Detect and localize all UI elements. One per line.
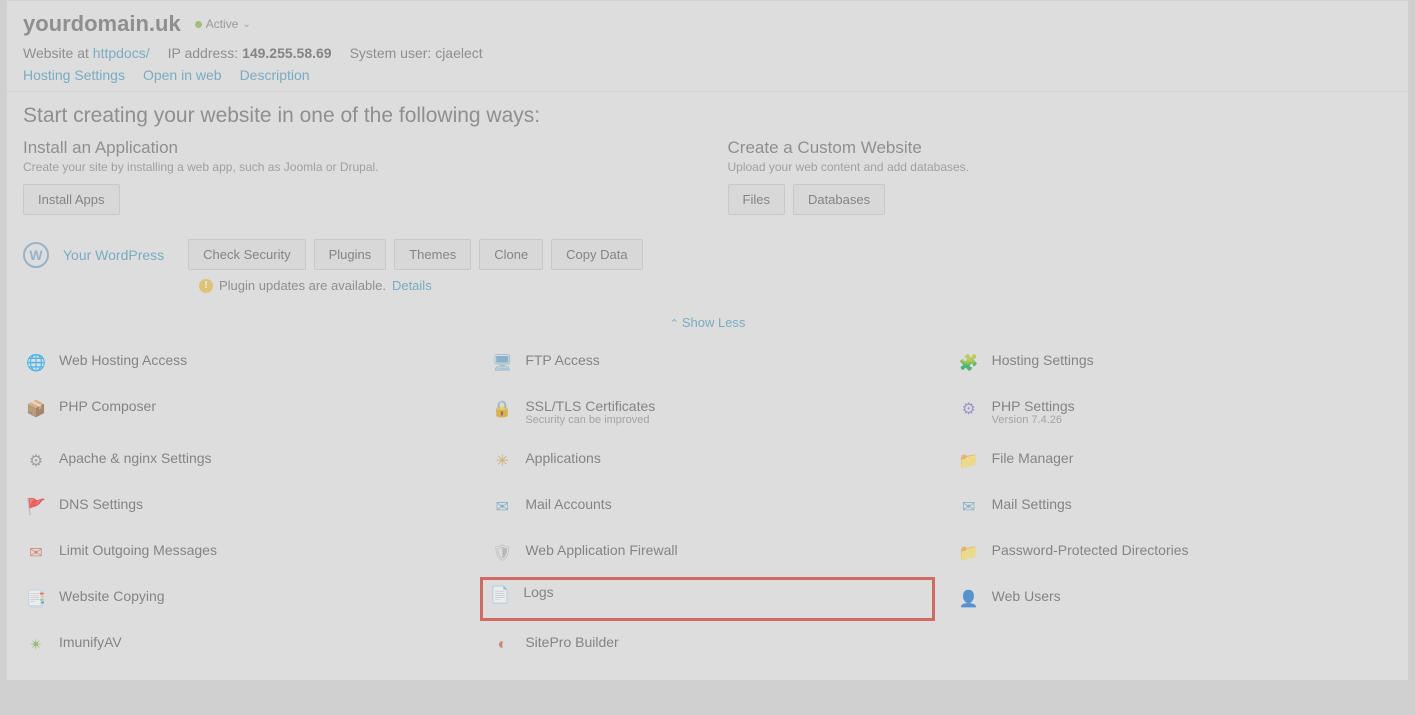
chevron-down-icon: ⌄ [242, 19, 250, 30]
status-badge[interactable]: Active ⌄ [195, 17, 251, 31]
limit-outgoing-tool[interactable]: ✉ Limit Outgoing Messages [23, 538, 459, 568]
applications-tool[interactable]: ✳ Applications [489, 446, 925, 476]
password-protected-tool[interactable]: 📁 Password-Protected Directories [956, 538, 1392, 568]
panel-header: yourdomain.uk Active ⌄ Website at httpdo… [7, 1, 1408, 92]
envelope-icon: ✉ [25, 542, 47, 564]
status-label: Active [206, 17, 239, 31]
databases-button[interactable]: Databases [793, 184, 885, 215]
create-section: Start creating your website in one of th… [7, 92, 1408, 227]
mail-settings-tool[interactable]: ✉ Mail Settings [956, 492, 1392, 522]
tool-grid: 🌐 Web Hosting Access 🖥 FTP Access 🧩 Host… [7, 338, 1408, 680]
description-link[interactable]: Description [240, 67, 310, 83]
wordpress-warning: ! Plugin updates are available. Details [7, 274, 1408, 307]
copy-icon: 📑 [25, 588, 47, 610]
hosting-settings-link[interactable]: Hosting Settings [23, 67, 125, 83]
php-composer-tool[interactable]: 📦 PHP Composer [23, 394, 459, 430]
screen-icon: 🖥 [491, 352, 513, 374]
custom-site-col: Create a Custom Website Upload your web … [728, 138, 1393, 215]
sitepro-builder-tool[interactable]: ◐ SitePro Builder [489, 630, 925, 660]
website-at: Website at httpdocs/ [23, 45, 150, 61]
folder-lock-icon: 📁 [958, 542, 980, 564]
system-user: System user: cjaelect [350, 45, 483, 61]
folder-icon: 📁 [958, 450, 980, 472]
mail-settings-icon: ✉ [958, 496, 980, 518]
dns-settings-tool[interactable]: 🚩 DNS Settings [23, 492, 459, 522]
host-icon: 🧩 [958, 352, 980, 374]
ip-address: IP address: 149.255.58.69 [168, 45, 332, 61]
install-apps-button[interactable]: Install Apps [23, 184, 120, 215]
ssl-tls-tool[interactable]: 🔒 SSL/TLS Certificates Security can be i… [489, 394, 925, 430]
wordpress-icon: W [23, 242, 49, 268]
status-dot-icon [195, 21, 202, 28]
httpdocs-link[interactable]: httpdocs/ [93, 45, 150, 61]
mail-accounts-tool[interactable]: ✉ Mail Accounts [489, 492, 925, 522]
domain-panel: yourdomain.uk Active ⌄ Website at httpdo… [6, 0, 1409, 681]
wordpress-link[interactable]: Your WordPress [63, 247, 164, 263]
globe-icon: 🌐 [25, 352, 47, 374]
custom-heading: Create a Custom Website [728, 138, 1393, 158]
sitepro-icon: ◐ [491, 634, 513, 656]
php-settings-tool[interactable]: ⚙ PHP Settings Version 7.4.26 [956, 394, 1392, 430]
domain-name: yourdomain.uk [23, 11, 181, 37]
install-desc: Create your site by installing a web app… [23, 160, 688, 174]
custom-desc: Upload your web content and add database… [728, 160, 1393, 174]
install-heading: Install an Application [23, 138, 688, 158]
themes-button[interactable]: Themes [394, 239, 471, 270]
logs-tool[interactable]: 📄 Logs [480, 577, 934, 621]
app-icon: ✳ [491, 450, 513, 472]
files-button[interactable]: Files [728, 184, 785, 215]
wordpress-row: W Your WordPress Check Security Plugins … [7, 227, 1408, 274]
shield-icon: 🛡 [491, 542, 513, 564]
show-less-link[interactable]: Show Less [670, 315, 746, 330]
waf-tool[interactable]: 🛡 Web Application Firewall [489, 538, 925, 568]
clone-button[interactable]: Clone [479, 239, 543, 270]
plugins-button[interactable]: Plugins [314, 239, 387, 270]
apache-nginx-tool[interactable]: ⚙ Apache & nginx Settings [23, 446, 459, 476]
box-icon: 📦 [25, 398, 47, 420]
hosting-settings-tool[interactable]: 🧩 Hosting Settings [956, 348, 1392, 378]
details-link[interactable]: Details [392, 278, 432, 293]
flag-icon: 🚩 [25, 496, 47, 518]
mail-icon: ✉ [491, 496, 513, 518]
web-hosting-access-tool[interactable]: 🌐 Web Hosting Access [23, 348, 459, 378]
copy-data-button[interactable]: Copy Data [551, 239, 642, 270]
imunify-icon: ✴ [25, 634, 47, 656]
ftp-access-tool[interactable]: 🖥 FTP Access [489, 348, 925, 378]
open-in-web-link[interactable]: Open in web [143, 67, 222, 83]
log-icon: 📄 [489, 584, 511, 606]
gear-icon: ⚙ [25, 450, 47, 472]
show-less-row: Show Less [7, 307, 1408, 338]
php-icon: ⚙ [958, 398, 980, 420]
install-app-col: Install an Application Create your site … [23, 138, 688, 215]
file-manager-tool[interactable]: 📁 File Manager [956, 446, 1392, 476]
web-users-tool[interactable]: 👤 Web Users [956, 584, 1392, 614]
user-icon: 👤 [958, 588, 980, 610]
imunifyav-tool[interactable]: ✴ ImunifyAV [23, 630, 459, 660]
warning-icon: ! [199, 279, 213, 293]
check-security-button[interactable]: Check Security [188, 239, 305, 270]
website-copying-tool[interactable]: 📑 Website Copying [23, 584, 459, 614]
lock-icon: 🔒 [491, 398, 513, 420]
create-title: Start creating your website in one of th… [23, 104, 1392, 128]
